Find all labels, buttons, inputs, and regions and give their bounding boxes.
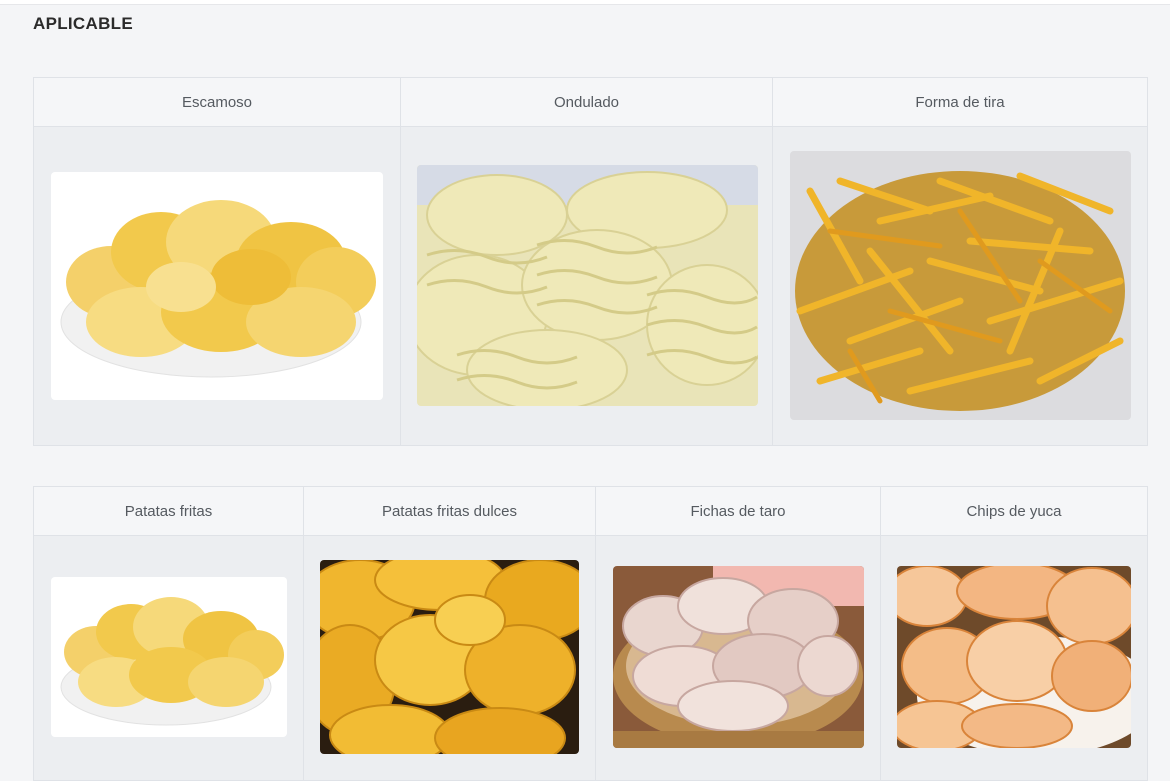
sweet-potato-chips-image: [320, 560, 579, 754]
cassava-chips-image: [897, 566, 1131, 748]
type-column-chips-de-yuca: Chips de yuca: [881, 487, 1147, 780]
column-header: Patatas fritas: [34, 487, 303, 536]
taro-chips-image: [613, 566, 864, 748]
shape-column-escamoso: Escamoso: [34, 78, 401, 445]
column-image-area: [881, 536, 1147, 780]
column-header: Escamoso: [34, 78, 400, 127]
column-header: Fichas de taro: [596, 487, 880, 536]
type-grid: Patatas fritas Patatas fritas dulces Fic…: [33, 486, 1148, 781]
column-header: Patatas fritas dulces: [304, 487, 595, 536]
shape-column-forma-de-tira: Forma de tira: [773, 78, 1147, 445]
strip-fries-image: [790, 151, 1131, 420]
column-image-area: [401, 127, 772, 445]
section-title: APLICABLE: [33, 14, 133, 33]
flaky-chips-image: [51, 172, 383, 400]
column-header: Ondulado: [401, 78, 772, 127]
column-image-area: [773, 127, 1147, 445]
column-header: Chips de yuca: [881, 487, 1147, 536]
top-border: [0, 0, 1170, 5]
type-column-patatas-fritas-dulces: Patatas fritas dulces: [304, 487, 596, 780]
type-column-patatas-fritas: Patatas fritas: [34, 487, 304, 780]
shape-grid: Escamoso Ondulado Forma de tira: [33, 77, 1148, 446]
column-image-area: [596, 536, 880, 780]
column-header: Forma de tira: [773, 78, 1147, 127]
column-image-area: [34, 536, 303, 780]
potato-chips-image: [51, 577, 287, 737]
shape-column-ondulado: Ondulado: [401, 78, 773, 445]
column-image-area: [304, 536, 595, 780]
wavy-chips-image: [417, 165, 758, 406]
type-column-fichas-de-taro: Fichas de taro: [596, 487, 881, 780]
column-image-area: [34, 127, 400, 445]
